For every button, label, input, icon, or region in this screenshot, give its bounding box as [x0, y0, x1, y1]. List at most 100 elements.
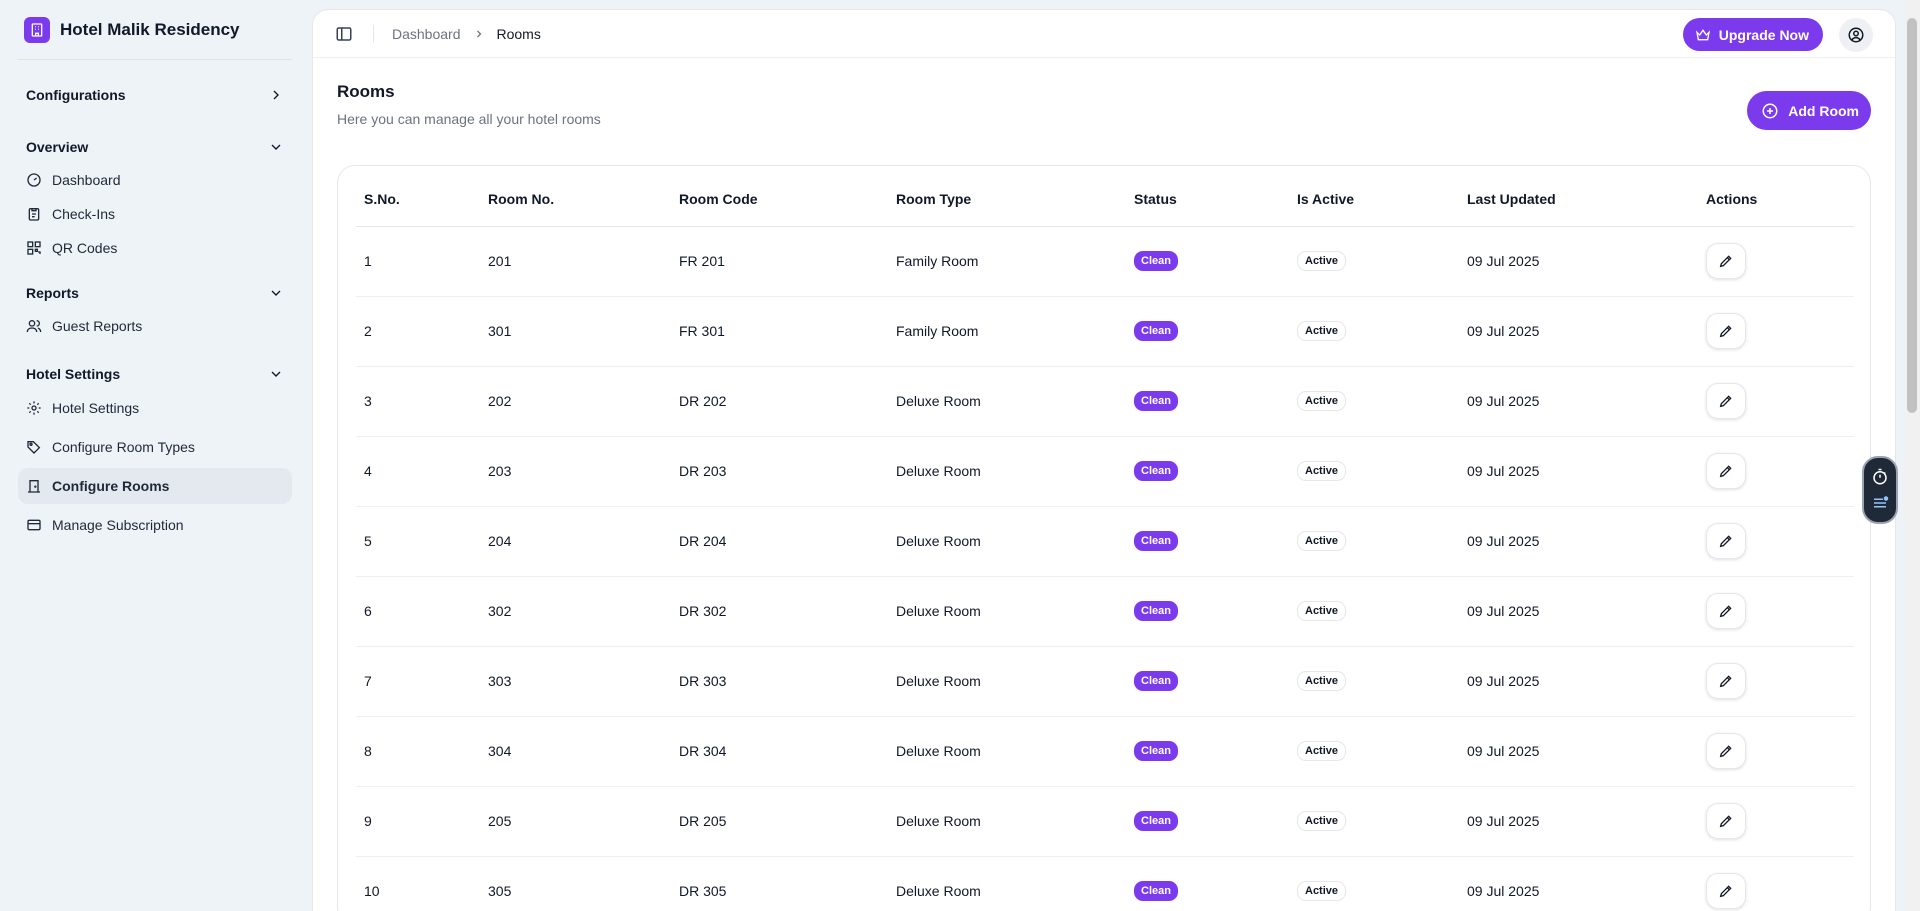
cell-room-code: FR 201	[671, 226, 888, 297]
user-circle-icon	[1848, 27, 1864, 43]
cell-sno: 8	[356, 716, 480, 787]
cell-actions	[1698, 296, 1854, 367]
sidebar-item-hotel-settings[interactable]: Hotel Settings	[18, 391, 292, 425]
cell-room-type: Deluxe Room	[888, 366, 1126, 437]
cell-last-updated: 09 Jul 2025	[1459, 436, 1698, 507]
active-badge: Active	[1297, 531, 1347, 551]
cell-room-no: 205	[480, 786, 671, 857]
table-row: 3 202 DR 202 Deluxe Room Clean Active 09 Jul 2…	[356, 366, 1854, 437]
pencil-icon	[1719, 605, 1732, 618]
cell-actions	[1698, 226, 1854, 297]
cell-sno: 6	[356, 576, 480, 647]
edit-room-button[interactable]	[1706, 593, 1746, 629]
cell-status: Clean	[1126, 436, 1289, 507]
chevron-down-icon	[271, 144, 281, 150]
scrollbar[interactable]	[1904, 0, 1920, 911]
chevron-down-icon	[271, 290, 281, 296]
sidebar-toggle-icon[interactable]	[335, 25, 353, 43]
table-row: 8 304 DR 304 Deluxe Room Clean Active 09 Jul 2…	[356, 716, 1854, 787]
cell-sno: 4	[356, 436, 480, 507]
chevron-right-icon	[273, 90, 279, 100]
pencil-icon	[1719, 675, 1732, 688]
cell-room-no: 202	[480, 366, 671, 437]
status-badge: Clean	[1134, 321, 1178, 341]
breadcrumb-dashboard-link[interactable]: Dashboard	[392, 26, 461, 42]
list-icon[interactable]	[1871, 494, 1889, 512]
cell-last-updated: 09 Jul 2025	[1459, 856, 1698, 911]
brand[interactable]: Hotel Malik Residency	[18, 0, 292, 60]
edit-room-button[interactable]	[1706, 243, 1746, 279]
cell-status: Clean	[1126, 856, 1289, 911]
status-badge: Clean	[1134, 811, 1178, 831]
cell-last-updated: 09 Jul 2025	[1459, 786, 1698, 857]
cell-is-active: Active	[1289, 226, 1459, 297]
edit-room-button[interactable]	[1706, 523, 1746, 559]
reports-section-toggle[interactable]: Reports	[18, 281, 292, 305]
floating-tools-widget[interactable]	[1862, 456, 1898, 524]
cell-actions	[1698, 786, 1854, 857]
status-badge: Clean	[1134, 461, 1178, 481]
sidebar-item-label: Dashboard	[52, 172, 121, 188]
sidebar-item-label: Guest Reports	[52, 318, 143, 334]
edit-room-button[interactable]	[1706, 803, 1746, 839]
table-row: 6 302 DR 302 Deluxe Room Clean Active 09 Jul 2…	[356, 576, 1854, 647]
active-badge: Active	[1297, 391, 1347, 411]
clipboard-icon	[28, 208, 40, 221]
user-menu-button[interactable]	[1839, 18, 1873, 52]
rooms-table-card: S.No. Room No. Room Code Room Type Statu…	[337, 165, 1871, 911]
configurations-toggle[interactable]: Configurations	[18, 83, 292, 107]
cell-last-updated: 09 Jul 2025	[1459, 226, 1698, 297]
breadcrumb: Dashboard Rooms	[392, 26, 541, 42]
active-badge: Active	[1297, 741, 1347, 761]
sidebar-item-qr-codes[interactable]: QR Codes	[18, 231, 292, 265]
edit-room-button[interactable]	[1706, 383, 1746, 419]
timer-icon[interactable]	[1871, 468, 1889, 486]
edit-room-button[interactable]	[1706, 733, 1746, 769]
cell-room-no: 203	[480, 436, 671, 507]
table-row: 10 305 DR 305 Deluxe Room Clean Active 09 Jul …	[356, 856, 1854, 911]
cell-is-active: Active	[1289, 436, 1459, 507]
sidebar-item-guest-reports[interactable]: Guest Reports	[18, 309, 292, 343]
add-room-button[interactable]: Add Room	[1747, 91, 1871, 130]
sidebar-item-check-ins[interactable]: Check-Ins	[18, 197, 292, 231]
table-row: 4 203 DR 203 Deluxe Room Clean Active 09 Jul 2…	[356, 436, 1854, 507]
edit-room-button[interactable]	[1706, 313, 1746, 349]
page-subtitle: Here you can manage all your hotel rooms	[337, 111, 601, 127]
column-header: Room Type	[888, 166, 1126, 227]
cell-status: Clean	[1126, 646, 1289, 717]
cell-is-active: Active	[1289, 296, 1459, 367]
edit-room-button[interactable]	[1706, 453, 1746, 489]
cell-is-active: Active	[1289, 506, 1459, 577]
table-row: 5 204 DR 204 Deluxe Room Clean Active 09 Jul 2…	[356, 506, 1854, 577]
overview-section-toggle[interactable]: Overview	[18, 135, 292, 159]
cell-status: Clean	[1126, 366, 1289, 437]
cell-sno: 7	[356, 646, 480, 717]
pencil-icon	[1719, 325, 1732, 338]
cell-room-type: Deluxe Room	[888, 576, 1126, 647]
crown-icon	[1695, 28, 1710, 40]
pencil-icon	[1719, 255, 1732, 268]
sidebar-item-configure-rooms[interactable]: Configure Rooms	[18, 468, 292, 504]
active-badge: Active	[1297, 881, 1347, 901]
upgrade-now-button[interactable]: Upgrade Now	[1682, 18, 1823, 51]
cell-room-type: Family Room	[888, 296, 1126, 367]
cell-is-active: Active	[1289, 716, 1459, 787]
active-badge: Active	[1297, 671, 1347, 691]
divider	[373, 24, 374, 43]
cell-sno: 9	[356, 786, 480, 857]
cell-sno: 3	[356, 366, 480, 437]
sidebar-item-manage-subscription[interactable]: Manage Subscription	[18, 508, 292, 542]
edit-room-button[interactable]	[1706, 873, 1746, 909]
cell-room-code: FR 301	[671, 296, 888, 367]
edit-room-button[interactable]	[1706, 663, 1746, 699]
sidebar-item-label: Configure Room Types	[52, 439, 195, 455]
sidebar-item-dashboard[interactable]: Dashboard	[18, 163, 292, 197]
hotel-settings-section-toggle[interactable]: Hotel Settings	[18, 362, 292, 386]
table-row: 1 201 FR 201 Family Room Clean Active 09 Jul 2…	[356, 226, 1854, 297]
sidebar-item-label: Manage Subscription	[52, 517, 184, 533]
pencil-icon	[1719, 465, 1732, 478]
scrollbar-thumb[interactable]	[1907, 18, 1917, 413]
active-badge: Active	[1297, 601, 1347, 621]
sidebar-item-configure-room-types[interactable]: Configure Room Types	[18, 430, 292, 464]
cell-actions	[1698, 716, 1854, 787]
